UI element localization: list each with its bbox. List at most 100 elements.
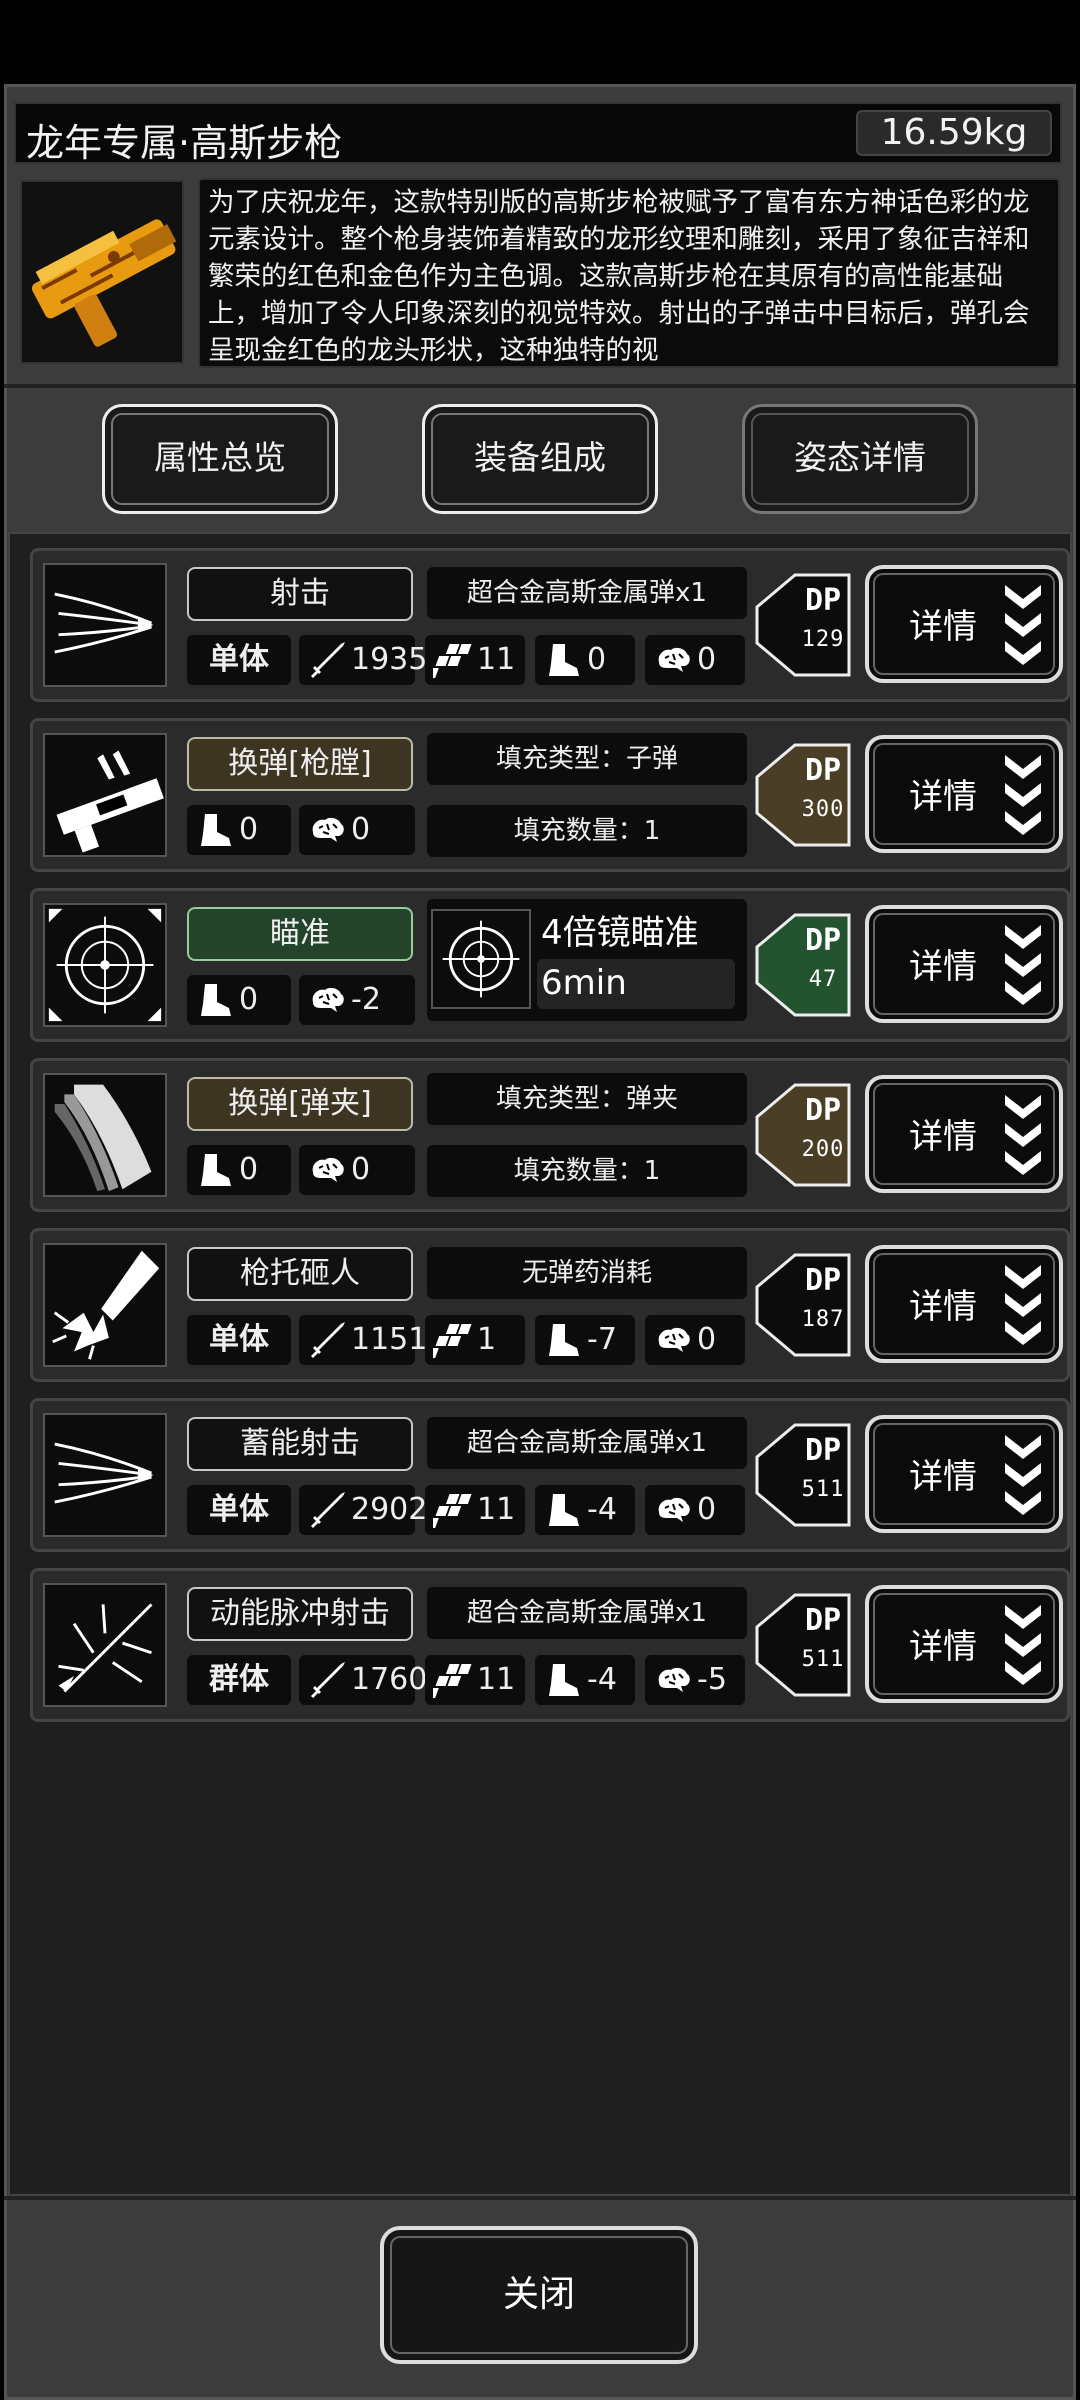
chevron-down-icon — [1001, 749, 1045, 841]
brain-icon — [653, 1660, 693, 1700]
tab-equipment-composition[interactable]: 装备组成 — [422, 404, 658, 514]
damage-stat: 1935 — [299, 635, 427, 685]
divider — [4, 384, 1076, 388]
pulse-shot-icon — [43, 1583, 167, 1707]
fill-count: 填充数量：1 — [427, 805, 747, 857]
boot-icon — [195, 810, 235, 850]
move-stat: -7 — [535, 1315, 635, 1365]
boot-icon — [195, 1150, 235, 1190]
brain-icon — [653, 1490, 693, 1530]
chevron-down-icon — [1001, 1259, 1045, 1351]
boot-icon — [543, 1490, 583, 1530]
action-name: 射击 — [187, 567, 413, 621]
action-name: 换弹[枪膛] — [187, 737, 413, 791]
dp-badge: DP 187 — [755, 1253, 851, 1357]
detail-button[interactable]: 详情 — [865, 565, 1063, 683]
tab-stance-details[interactable]: 姿态详情 — [742, 404, 978, 514]
sword-icon — [307, 1660, 347, 1700]
sword-icon — [307, 1320, 347, 1360]
ammo-info: 超合金高斯金属弹x1 — [427, 1417, 747, 1469]
brain-icon — [653, 1320, 693, 1360]
stamina-stat: -5 — [645, 1655, 745, 1705]
hit-icon — [433, 1660, 473, 1700]
damage-stat: 1760 — [299, 1655, 427, 1705]
move-stat: 0 — [187, 1145, 291, 1195]
ammo-info: 超合金高斯金属弹x1 — [427, 1587, 747, 1639]
close-button[interactable]: 关闭 — [380, 2226, 698, 2364]
damage-stat: 1151 — [299, 1315, 427, 1365]
move-stat: 0 — [535, 635, 635, 685]
detail-button[interactable]: 详情 — [865, 1585, 1063, 1703]
sword-icon — [307, 640, 347, 680]
brain-icon — [307, 810, 347, 850]
fill-type: 填充类型：弹夹 — [427, 1073, 747, 1125]
chevron-down-icon — [1001, 1599, 1045, 1691]
hit-stat: 1 — [425, 1315, 525, 1365]
scope-info: 4倍镜瞄准 6min — [427, 899, 747, 1021]
boot-icon — [543, 1660, 583, 1700]
stamina-stat: 0 — [645, 635, 745, 685]
weapon-gun-icon — [20, 180, 184, 364]
action-row-charged-shot: 蓄能射击 单体 2902 11 -4 0 超合金高斯金属弹x1 DP 511 详情 — [30, 1398, 1070, 1552]
target-type: 单体 — [187, 1315, 291, 1365]
boot-icon — [195, 980, 235, 1020]
action-name: 换弹[弹夹] — [187, 1077, 413, 1131]
buttstroke-icon — [43, 1243, 167, 1367]
scope-icon — [431, 909, 531, 1009]
fill-type: 填充类型：子弹 — [427, 733, 747, 785]
ammo-info: 无弹药消耗 — [427, 1247, 747, 1299]
stamina-stat: 0 — [299, 805, 415, 855]
hit-icon — [433, 640, 473, 680]
hit-icon — [433, 1490, 473, 1530]
fill-count: 填充数量：1 — [427, 1145, 747, 1197]
ammo-info: 超合金高斯金属弹x1 — [427, 567, 747, 619]
damage-stat: 2902 — [299, 1485, 427, 1535]
stamina-stat: 0 — [645, 1485, 745, 1535]
action-row-reload-chamber: 换弹[枪膛] 0 0 填充类型：子弹 填充数量：1 DP 300 详情 — [30, 718, 1070, 872]
move-stat: -4 — [535, 1655, 635, 1705]
reload-chamber-icon — [43, 733, 167, 857]
detail-button[interactable]: 详情 — [865, 1245, 1063, 1363]
chevron-down-icon — [1001, 1429, 1045, 1521]
sword-icon — [307, 1490, 347, 1530]
move-stat: 0 — [187, 805, 291, 855]
dp-badge: DP 300 — [755, 743, 851, 847]
target-type: 群体 — [187, 1655, 291, 1705]
brain-icon — [653, 640, 693, 680]
divider — [4, 2196, 1076, 2200]
move-stat: 0 — [187, 975, 291, 1025]
action-list: 射击 单体 1935 11 0 0 超合金高斯金属弹x1 DP 129 详情 换弹… — [8, 532, 1072, 2196]
hit-stat: 11 — [425, 1485, 525, 1535]
boot-icon — [543, 640, 583, 680]
action-name: 蓄能射击 — [187, 1417, 413, 1471]
detail-button[interactable]: 详情 — [865, 1075, 1063, 1193]
stamina-stat: 0 — [645, 1315, 745, 1365]
detail-button[interactable]: 详情 — [865, 905, 1063, 1023]
hit-icon — [433, 1320, 473, 1360]
detail-button[interactable]: 详情 — [865, 735, 1063, 853]
shoot-icon — [43, 563, 167, 687]
boot-icon — [543, 1320, 583, 1360]
brain-icon — [307, 980, 347, 1020]
weapon-weight: 16.59kg — [856, 110, 1052, 156]
hit-stat: 11 — [425, 635, 525, 685]
charged-shot-icon — [43, 1413, 167, 1537]
hit-stat: 11 — [425, 1655, 525, 1705]
brain-icon — [307, 1150, 347, 1190]
action-row-aim: 瞄准 0 -2 4倍镜瞄准 6min DP 47 详情 — [30, 888, 1070, 1042]
action-name: 动能脉冲射击 — [187, 1587, 413, 1641]
aim-icon — [43, 903, 167, 1027]
tab-attribute-overview[interactable]: 属性总览 — [102, 404, 338, 514]
target-type: 单体 — [187, 635, 291, 685]
scope-title: 4倍镜瞄准 — [541, 913, 699, 953]
dp-badge: DP 511 — [755, 1423, 851, 1527]
chevron-down-icon — [1001, 919, 1045, 1011]
action-row-buttstroke: 枪托砸人 单体 1151 1 -7 0 无弹药消耗 DP 187 详情 — [30, 1228, 1070, 1382]
dp-badge: DP 511 — [755, 1593, 851, 1697]
action-row-pulse-shot: 动能脉冲射击 群体 1760 11 -4 -5 超合金高斯金属弹x1 DP 511… — [30, 1568, 1070, 1722]
action-row-reload-magazine: 换弹[弹夹] 0 0 填充类型：弹夹 填充数量：1 DP 200 详情 — [30, 1058, 1070, 1212]
chevron-down-icon — [1001, 1089, 1045, 1181]
scope-value: 6min — [537, 959, 735, 1009]
action-row-shoot: 射击 单体 1935 11 0 0 超合金高斯金属弹x1 DP 129 详情 — [30, 548, 1070, 702]
detail-button[interactable]: 详情 — [865, 1415, 1063, 1533]
